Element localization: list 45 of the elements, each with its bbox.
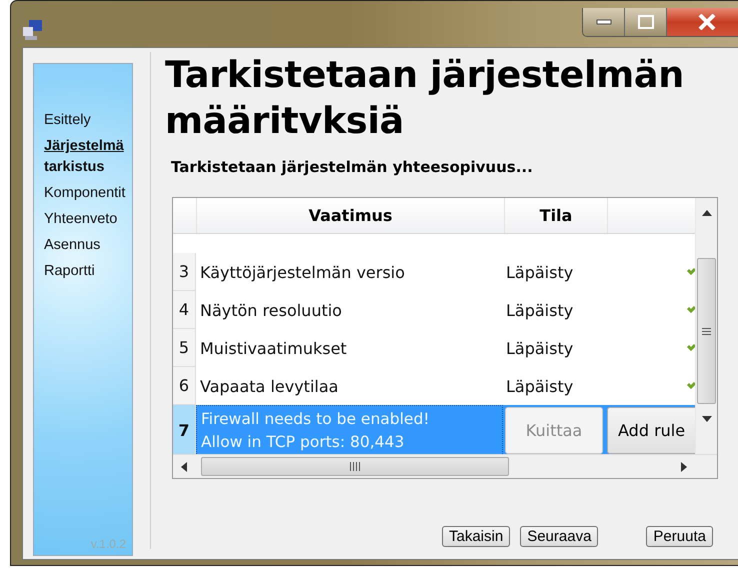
close-button[interactable] xyxy=(667,8,738,36)
status-cell-text: Läpäisty xyxy=(505,300,574,322)
row-number: 3 xyxy=(173,253,196,291)
wizard-button[interactable]: Takaisin xyxy=(442,526,510,547)
sidebar-step: Raportti xyxy=(44,261,132,282)
scroll-down-icon[interactable] xyxy=(702,416,712,422)
sidebar-step: Komponentit xyxy=(44,183,132,204)
scrollbar-thumb[interactable] xyxy=(697,258,716,404)
sidebar-step: Järjestelmä xyxy=(44,136,132,157)
sidebar-step: Yhteenveto xyxy=(44,209,132,230)
sidebar-step: Asennus xyxy=(44,235,132,256)
computer-icon xyxy=(22,19,44,41)
row-number: 7 xyxy=(173,405,196,454)
status-cell-text: Läpäisty xyxy=(505,376,574,398)
sidebar-step: Esittely xyxy=(44,110,132,131)
requirement-text: Allow in TCP ports: 80,443 xyxy=(201,432,404,452)
row-number: 5 xyxy=(173,329,196,367)
requirement-cell-text: Vapaata levytilaa xyxy=(199,376,340,398)
status-cell-text: Läpäisty xyxy=(505,338,574,360)
wizard-button[interactable]: Seuraava xyxy=(520,526,598,547)
maximize-icon xyxy=(638,15,654,29)
page-subtitle: Tarkistetaan järjestelmän yhteesopivuus... xyxy=(171,158,534,176)
version-label: v.1.0.2 xyxy=(90,537,126,551)
scroll-right-icon[interactable] xyxy=(681,462,687,472)
requirement-text: Firewall needs to be enabled! xyxy=(201,408,430,430)
sidebar-step: tarkistus xyxy=(44,157,132,178)
status-cell-text: Läpäisty xyxy=(505,262,574,284)
page-title: Tarkistetaan järjestelmän xyxy=(165,52,685,98)
requirement-cell-text: Käyttöjärjestelmän versio xyxy=(199,262,406,284)
column-header[interactable]: Vaatimus xyxy=(197,198,505,233)
requirement-cell-text: Muistivaatimukset xyxy=(199,338,348,360)
row-number: 6 xyxy=(173,367,196,405)
minimize-button[interactable] xyxy=(583,8,625,36)
requirement-cell-text: Näytön resoluutio xyxy=(199,300,343,322)
wizard-button[interactable]: Peruuta xyxy=(646,526,713,547)
maximize-button[interactable] xyxy=(625,8,667,36)
column-header[interactable]: Tila xyxy=(505,198,608,233)
scroll-left-icon[interactable] xyxy=(181,462,187,472)
close-icon xyxy=(697,14,717,30)
scrollbar-thumb[interactable] xyxy=(201,457,509,476)
scroll-up-icon[interactable] xyxy=(702,210,712,216)
page-title: määritvksiä xyxy=(165,98,405,144)
action-button[interactable]: Add rule xyxy=(607,407,695,454)
row-number: 4 xyxy=(173,291,196,329)
minimize-icon xyxy=(596,19,612,25)
